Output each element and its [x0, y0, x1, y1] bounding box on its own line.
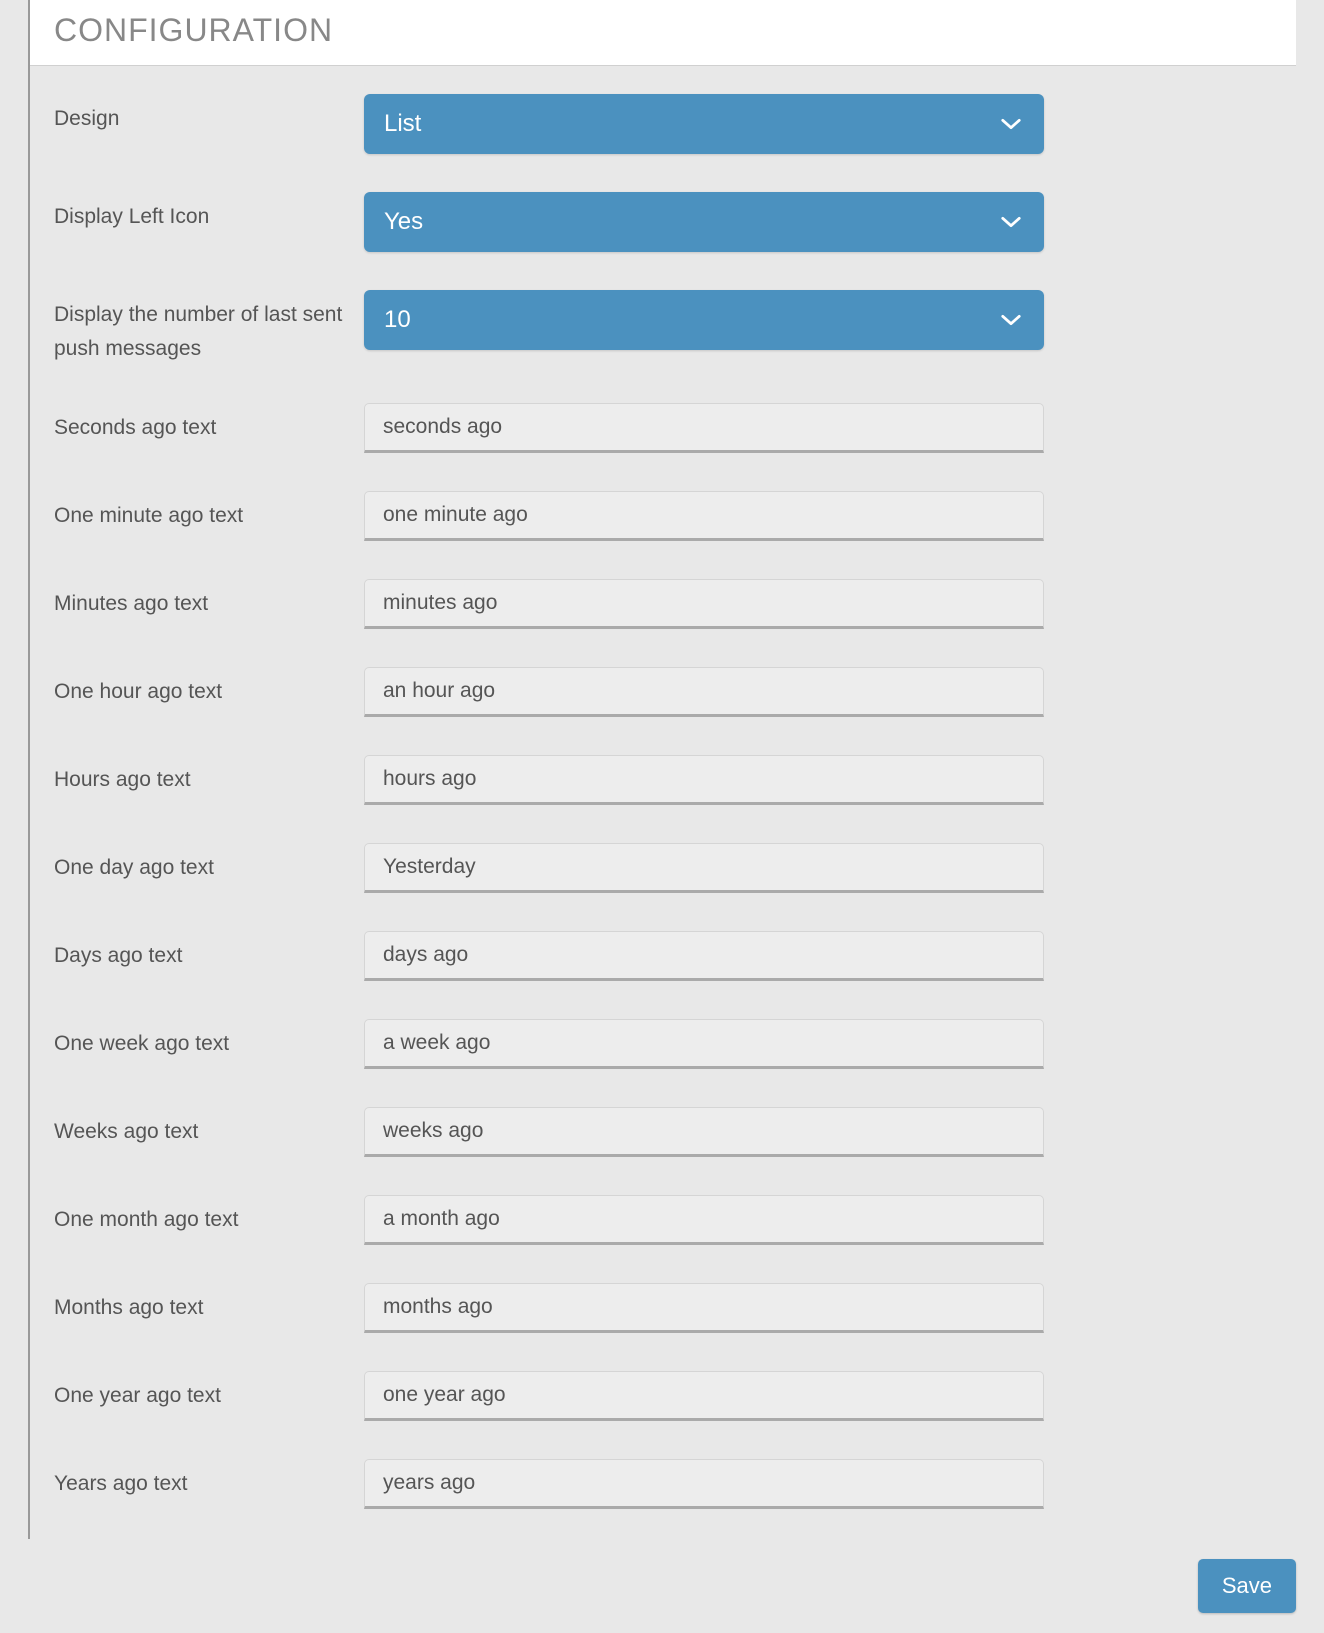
label-weeks-ago: Weeks ago text: [54, 1107, 364, 1149]
input-hours-ago[interactable]: [364, 755, 1044, 805]
control-wrap-one-year-ago: [364, 1371, 1044, 1421]
row-one-hour-ago: One hour ago text: [54, 667, 1272, 717]
row-weeks-ago: Weeks ago text: [54, 1107, 1272, 1157]
label-display-number: Display the number of last sent push mes…: [54, 290, 364, 365]
configuration-page: CONFIGURATION Design List Display Left I…: [0, 0, 1324, 1633]
row-minutes-ago: Minutes ago text: [54, 579, 1272, 629]
label-one-week-ago: One week ago text: [54, 1019, 364, 1061]
control-wrap-display-left-icon: Yes: [364, 192, 1044, 252]
control-wrap-weeks-ago: [364, 1107, 1044, 1157]
page-title: CONFIGURATION: [54, 12, 1272, 49]
control-wrap-one-day-ago: [364, 843, 1044, 893]
input-one-year-ago[interactable]: [364, 1371, 1044, 1421]
row-display-left-icon: Display Left Icon Yes: [54, 192, 1272, 252]
row-one-week-ago: One week ago text: [54, 1019, 1272, 1069]
select-display-left-icon-value: Yes: [384, 208, 423, 236]
row-seconds-ago: Seconds ago text: [54, 403, 1272, 453]
row-display-number: Display the number of last sent push mes…: [54, 290, 1272, 365]
label-years-ago: Years ago text: [54, 1459, 364, 1501]
control-wrap-years-ago: [364, 1459, 1044, 1509]
row-hours-ago: Hours ago text: [54, 755, 1272, 805]
row-design: Design List: [54, 94, 1272, 154]
input-days-ago[interactable]: [364, 931, 1044, 981]
row-one-minute-ago: One minute ago text: [54, 491, 1272, 541]
configuration-panel: CONFIGURATION Design List Display Left I…: [28, 0, 1296, 1539]
input-one-hour-ago[interactable]: [364, 667, 1044, 717]
control-wrap-one-week-ago: [364, 1019, 1044, 1069]
select-design[interactable]: List: [364, 94, 1044, 154]
control-wrap-one-minute-ago: [364, 491, 1044, 541]
label-months-ago: Months ago text: [54, 1283, 364, 1325]
control-wrap-minutes-ago: [364, 579, 1044, 629]
control-wrap-seconds-ago: [364, 403, 1044, 453]
control-wrap-design: List: [364, 94, 1044, 154]
footer-actions: Save: [0, 1539, 1324, 1633]
control-wrap-display-number: 10: [364, 290, 1044, 350]
input-one-month-ago[interactable]: [364, 1195, 1044, 1245]
save-button[interactable]: Save: [1198, 1559, 1296, 1613]
row-months-ago: Months ago text: [54, 1283, 1272, 1333]
panel-header: CONFIGURATION: [30, 0, 1296, 66]
label-seconds-ago: Seconds ago text: [54, 403, 364, 445]
label-days-ago: Days ago text: [54, 931, 364, 973]
select-design-value: List: [384, 110, 421, 138]
label-one-hour-ago: One hour ago text: [54, 667, 364, 709]
input-years-ago[interactable]: [364, 1459, 1044, 1509]
input-seconds-ago[interactable]: [364, 403, 1044, 453]
input-weeks-ago[interactable]: [364, 1107, 1044, 1157]
label-minutes-ago: Minutes ago text: [54, 579, 364, 621]
control-wrap-months-ago: [364, 1283, 1044, 1333]
input-months-ago[interactable]: [364, 1283, 1044, 1333]
row-years-ago: Years ago text: [54, 1459, 1272, 1509]
label-one-day-ago: One day ago text: [54, 843, 364, 885]
label-design: Design: [54, 94, 364, 136]
select-display-number-value: 10: [384, 306, 411, 334]
select-display-number[interactable]: 10: [364, 290, 1044, 350]
input-one-week-ago[interactable]: [364, 1019, 1044, 1069]
label-display-left-icon: Display Left Icon: [54, 192, 364, 234]
control-wrap-days-ago: [364, 931, 1044, 981]
row-days-ago: Days ago text: [54, 931, 1272, 981]
control-wrap-one-month-ago: [364, 1195, 1044, 1245]
label-one-month-ago: One month ago text: [54, 1195, 364, 1237]
row-one-month-ago: One month ago text: [54, 1195, 1272, 1245]
row-one-year-ago: One year ago text: [54, 1371, 1272, 1421]
label-one-minute-ago: One minute ago text: [54, 491, 364, 533]
chevron-down-icon: [1000, 211, 1022, 233]
select-display-left-icon[interactable]: Yes: [364, 192, 1044, 252]
panel-body: Design List Display Left Icon Yes: [30, 66, 1296, 1539]
control-wrap-hours-ago: [364, 755, 1044, 805]
label-hours-ago: Hours ago text: [54, 755, 364, 797]
chevron-down-icon: [1000, 309, 1022, 331]
input-one-minute-ago[interactable]: [364, 491, 1044, 541]
input-minutes-ago[interactable]: [364, 579, 1044, 629]
chevron-down-icon: [1000, 113, 1022, 135]
input-one-day-ago[interactable]: [364, 843, 1044, 893]
label-one-year-ago: One year ago text: [54, 1371, 364, 1413]
control-wrap-one-hour-ago: [364, 667, 1044, 717]
row-one-day-ago: One day ago text: [54, 843, 1272, 893]
